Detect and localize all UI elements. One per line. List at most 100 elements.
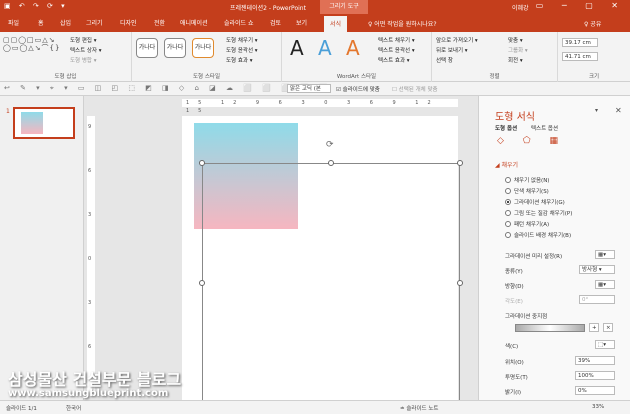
rotate-handle-icon[interactable]: ⟳ <box>326 140 334 150</box>
text-outline-button[interactable]: 텍스트 윤곽선 ▾ <box>378 46 415 54</box>
brightness-label: 밝기(I) <box>505 390 522 396</box>
radio-dot[interactable] <box>505 210 511 216</box>
toolbar-icons[interactable]: ↩ ✎ ▾ ⌖ ▾ ▭ ◫ ◰ ⬚ ◩ ◨ ◇ ⌂ ◪ ☁ ⬜ ⬜ ⬜ ⬜ ⬜ <box>4 84 332 93</box>
style-sample[interactable]: 가나다 <box>136 38 158 58</box>
resize-handle[interactable] <box>328 160 334 166</box>
radio-dot[interactable] <box>505 199 511 205</box>
wordart-sample[interactable]: A <box>318 36 332 60</box>
radio-dot[interactable] <box>505 221 511 227</box>
position-label: 위치(O) <box>505 360 524 366</box>
merge-shapes-button[interactable]: 도형 병합 ▾ <box>70 56 97 64</box>
zoom-level[interactable]: 33% <box>592 404 604 410</box>
remove-stop-button[interactable]: × <box>603 323 613 332</box>
tell-me-search[interactable]: ♀ 어떤 작업을 원하시나요? <box>368 19 437 28</box>
slide-thumbnail[interactable] <box>13 107 75 139</box>
arrange-group: 앞으로 가져오기 ▾ 뒤로 보내기 ▾ 선택 창 맞춤 ▾ 그룹화 ▾ 회전 ▾… <box>432 32 558 82</box>
tab-format[interactable]: 서식 <box>324 16 348 32</box>
resize-handle[interactable] <box>457 280 463 286</box>
selected-object-checkbox[interactable]: ☐ 선택된 개체 맞춤 <box>392 85 438 93</box>
tab-animations[interactable]: 애니메이션 <box>180 18 208 27</box>
tab-draw[interactable]: 그리기 <box>86 18 103 27</box>
style-sample[interactable]: 가나다 <box>164 38 186 58</box>
position-input[interactable]: 39% <box>575 356 615 365</box>
wordart-sample[interactable]: A <box>290 36 304 60</box>
quick-access-toolbar[interactable]: ▣ ↶ ↷ ⟳ ▾ <box>4 2 68 10</box>
font-select[interactable]: 맑은 고딕 (본 <box>287 84 331 93</box>
ruler-tick: 0 <box>88 256 92 262</box>
shape-outline-button[interactable]: 도형 윤곽선 ▾ <box>226 46 258 54</box>
radio-gradient-fill[interactable]: 그라데이션 채우기(G) <box>505 198 565 206</box>
fill-line-effects-icons[interactable]: ◇ ⬠ ▦ <box>497 136 566 146</box>
user-name[interactable]: 이혜강 <box>512 3 529 12</box>
shape-effects-button[interactable]: 도형 효과 ▾ <box>226 56 253 64</box>
preset-dropdown[interactable]: ▦▾ <box>595 250 615 259</box>
style-sample[interactable]: 가나다 <box>192 38 214 58</box>
radio-dot[interactable] <box>505 188 511 194</box>
radio-dot[interactable] <box>505 232 511 238</box>
window-controls[interactable]: ▭ ─ ▢ ✕ <box>536 1 626 10</box>
selected-shape-outline[interactable] <box>199 160 463 400</box>
slide[interactable]: ⟳ <box>182 116 463 400</box>
tab-review[interactable]: 검토 <box>270 18 281 27</box>
radio-background-fill[interactable]: 슬라이드 배경 채우기(B) <box>505 231 571 239</box>
wordart-sample[interactable]: A <box>346 36 360 60</box>
transparency-input[interactable]: 100% <box>575 371 615 380</box>
share-button[interactable]: ♀ 공유 <box>584 19 601 28</box>
tab-design[interactable]: 디자인 <box>120 18 137 27</box>
tab-transitions[interactable]: 전환 <box>154 18 165 27</box>
angle-input[interactable]: 0° <box>579 295 615 304</box>
selection-pane-button[interactable]: 선택 창 <box>436 56 453 64</box>
ruler-tick: 6 <box>88 344 92 350</box>
ribbon-tabs: 파일 홈 삽입 그리기 디자인 전환 애니메이션 슬라이드 쇼 검토 보기 서식… <box>0 14 630 32</box>
radio-pattern-fill[interactable]: 패턴 채우기(A) <box>505 220 549 228</box>
radio-label: 슬라이드 배경 채우기(B) <box>514 233 572 239</box>
tab-slideshow[interactable]: 슬라이드 쇼 <box>224 18 254 27</box>
send-backward-button[interactable]: 뒤로 보내기 ▾ <box>436 46 468 54</box>
text-fill-button[interactable]: 텍스트 채우기 ▾ <box>378 36 415 44</box>
shapes-gallery[interactable]: ▢▢◯□▭△↘ ◯▭◯△↘⌒{} <box>3 36 65 60</box>
bring-forward-button[interactable]: 앞으로 가져오기 ▾ <box>436 36 478 44</box>
pane-options-dropdown[interactable]: ▾ <box>595 107 598 114</box>
radio-no-fill[interactable]: 채우기 없음(N) <box>505 176 549 184</box>
edit-shape-button[interactable]: 도형 편집 ▾ <box>70 36 97 44</box>
notes-button[interactable]: ≐ 슬라이드 노트 <box>400 404 438 412</box>
close-icon[interactable]: ✕ <box>615 106 622 115</box>
direction-dropdown[interactable]: ▦▾ <box>595 280 615 289</box>
rotate-button[interactable]: 회전 ▾ <box>508 56 523 64</box>
format-shape-pane: 도형 서식 ▾ ✕ 도형 옵션 텍스트 옵션 ◇ ⬠ ▦ ◢ 채우기 채우기 없… <box>478 96 630 400</box>
brightness-input[interactable]: 0% <box>575 386 615 395</box>
shape-fill-button[interactable]: 도형 채우기 ▾ <box>226 36 258 44</box>
resize-handle[interactable] <box>199 160 205 166</box>
gradient-stops-slider[interactable] <box>515 324 585 332</box>
insert-shapes-group: ▢▢◯□▭△↘ ◯▭◯△↘⌒{} 도형 편집 ▾ 텍스트 상자 ▾ 도형 병합 … <box>0 32 132 82</box>
radio-label: 단색 채우기(S) <box>514 189 549 195</box>
resize-handle[interactable] <box>457 160 463 166</box>
group-label: 도형 스타일 <box>192 74 221 80</box>
shapes-glyphs[interactable]: ▢▢◯□▭△↘ ◯▭◯△↘⌒{} <box>3 36 60 52</box>
wordart-group: A A A 텍스트 채우기 ▾ 텍스트 윤곽선 ▾ 텍스트 효과 ▾ WordA… <box>282 32 432 82</box>
text-effects-button[interactable]: 텍스트 효과 ▾ <box>378 56 410 64</box>
radio-picture-fill[interactable]: 그림 또는 질감 채우기(P) <box>505 209 572 217</box>
horizontal-ruler: 15 12 9 6 3 0 3 6 9 12 15 <box>182 99 458 114</box>
radio-solid-fill[interactable]: 단색 채우기(S) <box>505 187 549 195</box>
language-indicator[interactable]: 한국어 <box>66 404 81 412</box>
tab-file[interactable]: 파일 <box>8 18 19 27</box>
tab-text-options[interactable]: 텍스트 옵션 <box>531 124 558 132</box>
fill-section-header[interactable]: ◢ 채우기 <box>495 160 518 169</box>
fit-slide-checkbox[interactable]: ☑ 슬라이드에 맞춤 <box>336 85 380 93</box>
radio-dot[interactable] <box>505 177 511 183</box>
tab-insert[interactable]: 삽입 <box>60 18 71 27</box>
type-dropdown[interactable]: 방사형 ▾ <box>579 265 615 274</box>
group-button[interactable]: 그룹화 ▾ <box>508 46 528 54</box>
align-button[interactable]: 맞춤 ▾ <box>508 36 523 44</box>
text-box-button[interactable]: 텍스트 상자 ▾ <box>70 46 102 54</box>
tab-shape-options[interactable]: 도형 옵션 <box>495 124 517 132</box>
tab-view[interactable]: 보기 <box>296 18 307 27</box>
radio-label: 그림 또는 질감 채우기(P) <box>514 211 573 217</box>
resize-handle[interactable] <box>199 280 205 286</box>
height-input[interactable]: 39.17 cm <box>562 38 598 47</box>
add-stop-button[interactable]: + <box>589 323 599 332</box>
color-picker-button[interactable]: ⬚▾ <box>595 340 615 349</box>
tab-home[interactable]: 홈 <box>38 18 44 27</box>
width-input[interactable]: 41.71 cm <box>562 52 598 61</box>
